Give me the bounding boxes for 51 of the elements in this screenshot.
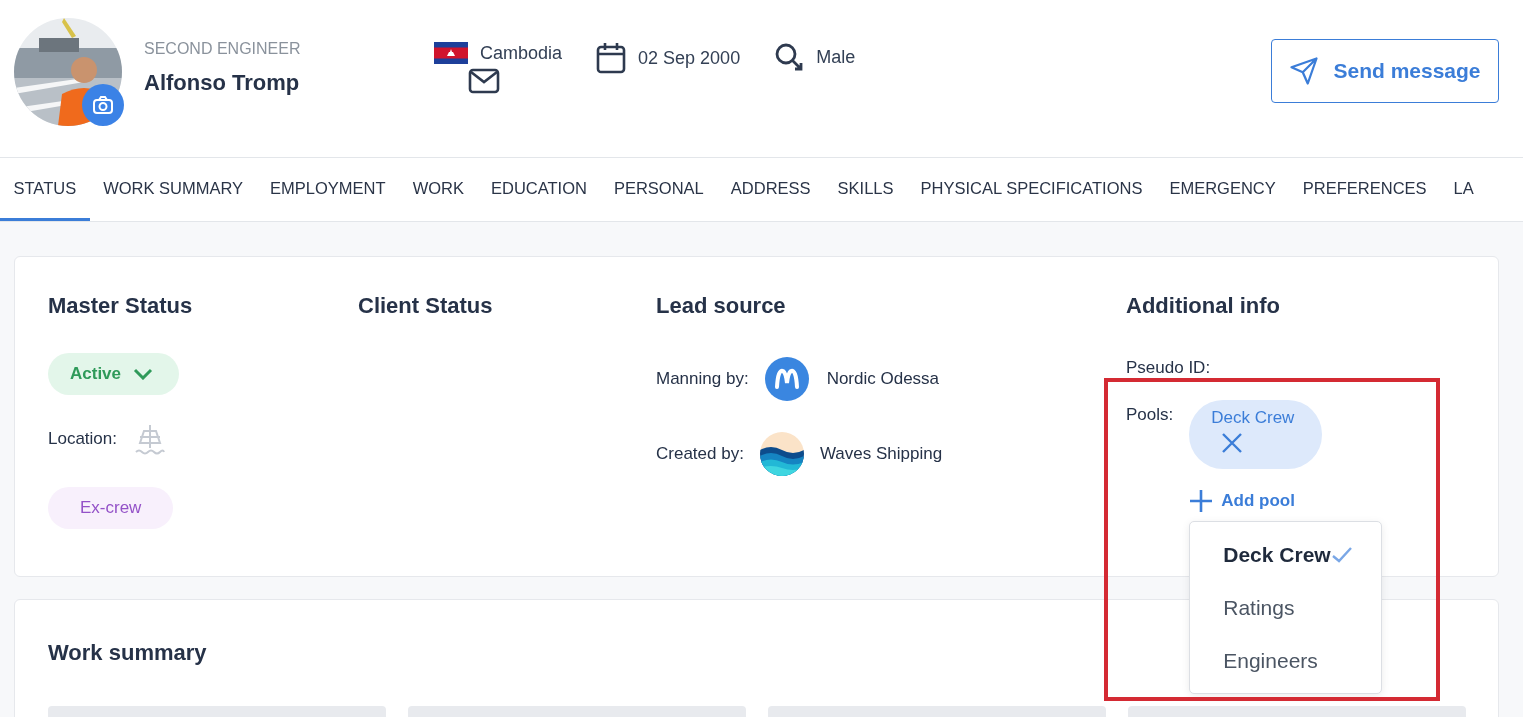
tab[interactable]: STATUS [0,158,90,221]
remove-button[interactable] [1221,432,1244,454]
flag-icon [434,42,468,64]
section-title: Master Status [48,293,193,320]
pseudo-id-label: Pseudo ID: [1126,358,1212,378]
tab[interactable]: EMPLOYMENT [256,158,400,221]
person-name: Alfonso Tromp [144,70,301,96]
section-title: Lead source [656,293,786,320]
plus-icon [1189,489,1214,513]
section-title: Work summary [48,640,207,667]
job-title: SECOND ENGINEER [144,40,302,58]
company-name: Waves Shipping [819,444,943,464]
tab[interactable]: LA [1440,158,1488,221]
tab[interactable]: PHYSICAL SPECIFICATIONS [907,158,1156,221]
menu-item[interactable]: Engineers [1190,634,1382,687]
tab[interactable]: PERSONAL [600,158,718,221]
section-title: Additional info [1126,293,1280,320]
pools-label: Pools: [1126,405,1174,425]
send-icon [1289,56,1320,86]
tab[interactable]: WORK SUMMARY [89,158,257,221]
tab[interactable]: SKILLS [824,158,908,221]
tab[interactable]: ADDRESS [717,158,825,221]
camera-button[interactable] [82,84,124,126]
company-name: Nordic Odessa [826,369,940,389]
tab[interactable]: PREFERENCES [1289,158,1441,221]
send-message-button[interactable]: Send message [1271,39,1499,103]
tab[interactable]: EMERGENCY [1155,158,1290,221]
gender: Male [816,46,856,68]
close-icon [1221,432,1244,454]
check-icon [1330,545,1353,564]
menu-item[interactable]: Deck Crew [1190,528,1382,581]
menu-item[interactable]: Ratings [1190,581,1382,634]
field-label: Created by: [656,444,744,464]
company-logo [764,357,809,401]
tab[interactable]: EDUCATION [477,158,601,221]
location-label: Location: [48,429,117,449]
calendar-icon [596,42,627,74]
status-tag: Ex-crew [48,487,174,529]
chevron-down-icon [133,368,154,380]
mail-icon[interactable] [468,68,500,94]
ship-icon [133,423,167,455]
tab[interactable]: WORK [399,158,478,221]
field-label: Manning by: [656,369,749,389]
pool-name: Deck Crew [1211,408,1295,428]
add-pool-link[interactable]: Add pool [1189,489,1295,513]
section-title: Client Status [358,293,493,320]
camera-icon [92,95,114,115]
male-icon [774,42,805,72]
country: Cambodia [480,42,563,64]
company-logo [759,432,804,476]
birth-date: 02 Sep 2000 [638,47,741,69]
